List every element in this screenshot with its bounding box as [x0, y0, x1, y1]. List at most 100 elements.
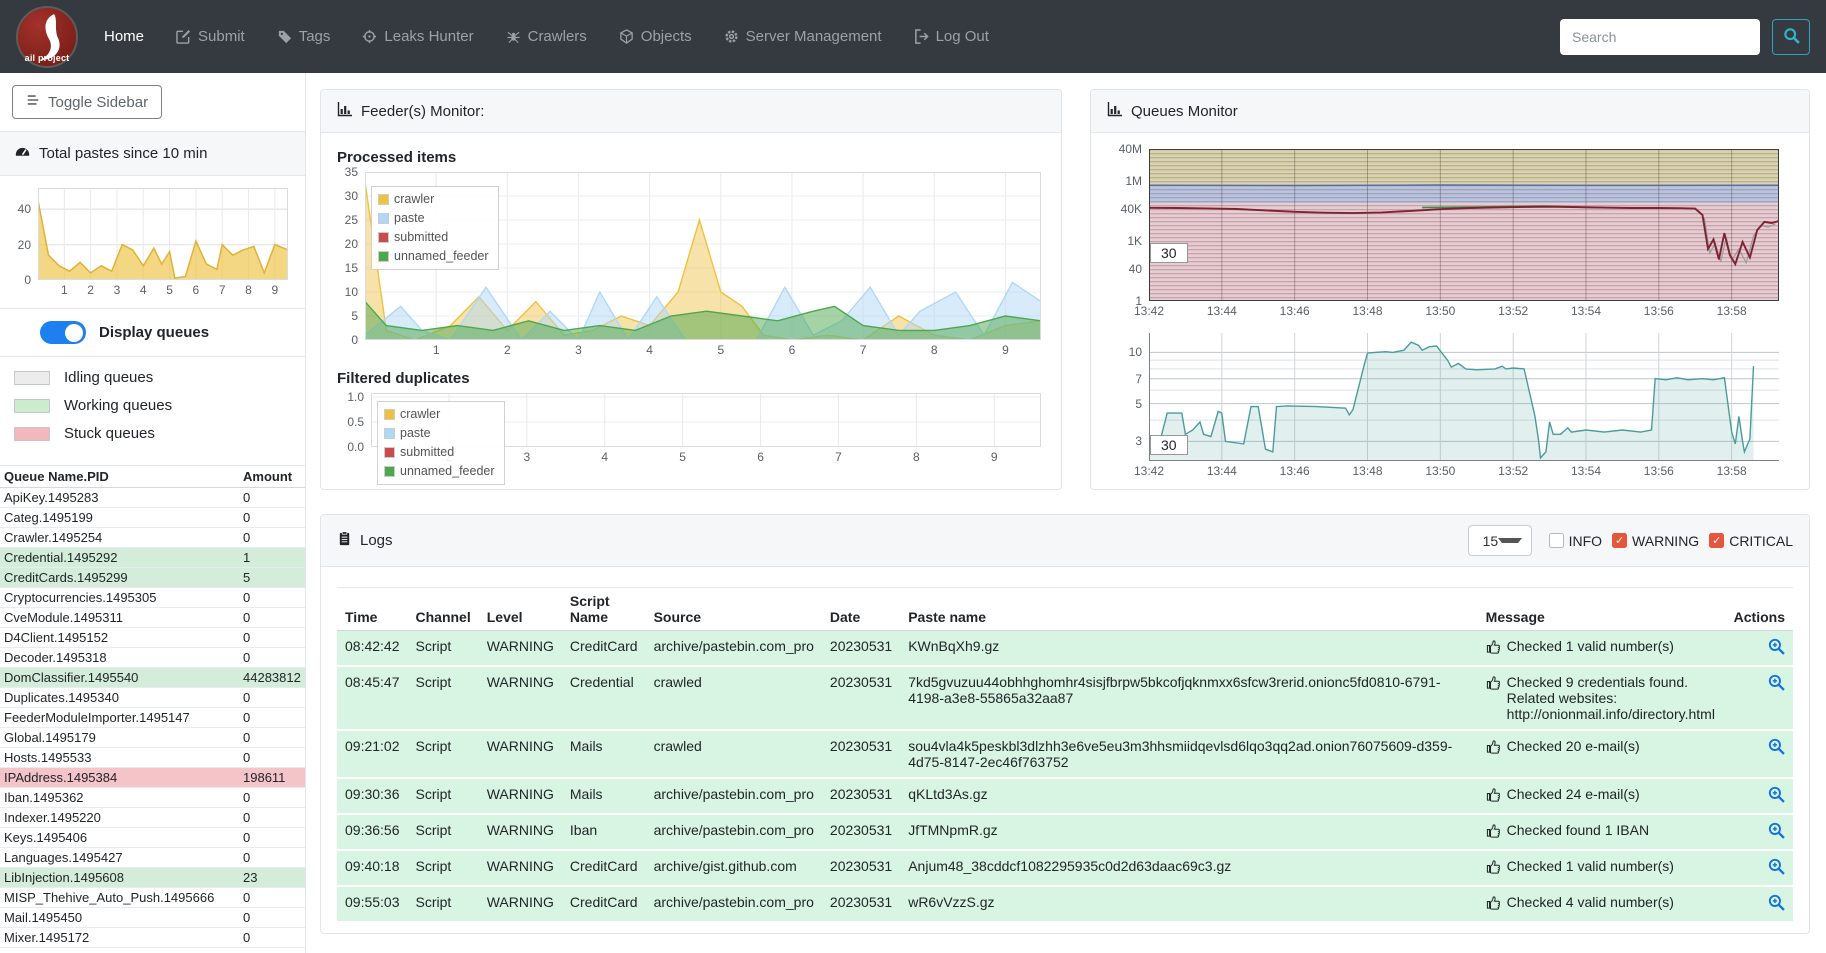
- y-tick-label: 20: [17, 237, 31, 252]
- queue-row: Global.1495179 0: [0, 727, 305, 748]
- legend-swatch: [384, 428, 395, 439]
- nav-item-submit[interactable]: Submit: [176, 28, 245, 45]
- logs-header-paste-name: Paste name: [900, 587, 1478, 631]
- display-queues-toggle[interactable]: [40, 321, 86, 344]
- nav-item-log-out[interactable]: Log Out: [914, 28, 989, 45]
- feeder-monitor-title: Feeder(s) Monitor:: [361, 102, 485, 120]
- critical-checkbox[interactable]: ✓: [1709, 533, 1725, 548]
- feeder-monitor-header: Feeder(s) Monitor:: [321, 90, 1061, 133]
- log-source: crawled: [645, 666, 822, 731]
- log-message: Checked 24 e-mail(s): [1477, 778, 1726, 815]
- filter-info[interactable]: INFO: [1548, 533, 1602, 549]
- x-tick-label: 4: [646, 343, 653, 357]
- log-paste-name: KWnBqXh9.gz: [900, 630, 1478, 667]
- nav-item-label: Home: [104, 28, 145, 45]
- legend-label: Working queues: [64, 397, 173, 414]
- chart-legend: crawler paste submitted unnamed_feeder: [377, 401, 505, 485]
- log-paste-name: JfTMNpmR.gz: [900, 814, 1478, 851]
- x-tick-label: 4: [601, 450, 609, 464]
- queue-row: Duplicates.1495340 0: [0, 687, 305, 708]
- queue-row: ApiKey.1495283 0: [0, 487, 305, 508]
- log-actions: [1725, 814, 1793, 851]
- sidebar: Toggle Sidebar Total pastes since 10 min…: [0, 73, 306, 953]
- info-checkbox[interactable]: [1548, 533, 1564, 548]
- nav-item-tags[interactable]: Tags: [277, 28, 330, 45]
- brand-text: ail project: [24, 52, 70, 63]
- search-input[interactable]: [1560, 18, 1760, 55]
- thumbs-up-icon: [1486, 674, 1501, 722]
- search-plus-icon[interactable]: [1768, 786, 1785, 806]
- chart-value-badge: 30: [1150, 243, 1188, 263]
- queue-amount: 198611: [239, 767, 305, 788]
- queue-amount: 5: [239, 567, 305, 588]
- queue-row: Decoder.1495318 0: [0, 647, 305, 668]
- queue-name: Crawler.1495254: [0, 527, 239, 548]
- queue-amount: 0: [239, 847, 305, 868]
- nav-item-home[interactable]: Home: [104, 28, 144, 45]
- legend-label: unnamed_feeder: [400, 464, 495, 478]
- y-tick-label: 1M: [1125, 174, 1142, 189]
- page-size-select[interactable]: 15: [1467, 525, 1532, 556]
- log-script: Iban: [561, 814, 646, 851]
- nav-item-leaks-hunter[interactable]: Leaks Hunter: [362, 28, 474, 45]
- x-tick-label: 13:56: [1643, 464, 1674, 478]
- queue-name: ApiKey.1495283: [0, 487, 239, 508]
- log-date: 20230531: [821, 630, 901, 667]
- log-source: archive/pastebin.com_pro: [645, 886, 822, 923]
- feeder-monitor-card: Feeder(s) Monitor: Processed items 0 5 10 1…: [320, 89, 1062, 490]
- queue-amount: 0: [239, 607, 305, 628]
- y-tick-label: 40: [17, 202, 31, 217]
- filter-label: WARNING: [1632, 532, 1700, 549]
- log-message: Checked 20 e-mail(s): [1477, 730, 1726, 779]
- log-message: Checked 1 valid number(s): [1477, 630, 1726, 667]
- legend-label: paste: [400, 426, 431, 440]
- queue-name: FeederModuleImporter.1495147: [0, 707, 239, 728]
- x-tick-label: 6: [757, 450, 764, 464]
- search-plus-icon[interactable]: [1768, 638, 1785, 658]
- queue-amount: 1: [239, 547, 305, 568]
- warning-checkbox[interactable]: ✓: [1612, 533, 1628, 548]
- filter-critical[interactable]: ✓ CRITICAL: [1709, 533, 1793, 549]
- search-button[interactable]: [1772, 18, 1810, 55]
- y-tick-label: 35: [344, 165, 358, 179]
- nav-item-label: Crawlers: [527, 28, 587, 45]
- nav-item-label: Objects: [640, 28, 692, 45]
- y-tick-label: 0: [351, 333, 358, 347]
- nav-item-server-management[interactable]: Server Management: [724, 28, 882, 45]
- y-tick-label: 5: [1135, 396, 1142, 411]
- filter-warning[interactable]: ✓ WARNING: [1612, 533, 1699, 549]
- toggle-sidebar-button[interactable]: Toggle Sidebar: [12, 85, 163, 119]
- logs-table: Time Channel Level Script Name Source Date Pas…: [337, 587, 1793, 923]
- queue-row: Iban.1495362 0: [0, 787, 305, 808]
- y-tick-label: 20: [344, 237, 358, 251]
- queue-name: DomClassifier.1495540: [0, 667, 239, 688]
- log-script: Mails: [561, 778, 646, 815]
- log-paste-name: qKLtd3As.gz: [900, 778, 1478, 815]
- log-message-text: Checked 4 valid number(s): [1506, 894, 1674, 910]
- legend-swatch: [14, 426, 50, 441]
- ail-logo[interactable]: ail project: [16, 5, 78, 68]
- display-queues-row: Display queues: [0, 308, 305, 357]
- thumbs-up-icon: [1486, 638, 1501, 657]
- x-tick-label: 3: [523, 450, 531, 464]
- chart-bar-icon: [1107, 101, 1123, 121]
- queue-row: Mixer.1495172 0: [0, 927, 305, 948]
- nav-item-crawlers[interactable]: Crawlers: [506, 28, 587, 45]
- y-tick-label: 1.0: [347, 390, 364, 404]
- x-tick-label: 13:50: [1425, 304, 1456, 318]
- processed-items-title: Processed items: [337, 149, 457, 166]
- search-plus-icon[interactable]: [1768, 674, 1785, 694]
- page-size-value: 15: [1482, 532, 1499, 549]
- queue-row: Crawler.1495254 0: [0, 527, 305, 548]
- legend-label: crawler: [400, 407, 441, 421]
- nav-item-objects[interactable]: Objects: [619, 28, 692, 45]
- thumbs-up-icon: [1486, 822, 1501, 841]
- queue-name: CveModule.1495311: [0, 607, 239, 628]
- search-plus-icon[interactable]: [1768, 738, 1785, 758]
- search-plus-icon[interactable]: [1768, 894, 1785, 914]
- logs-header-message: Message: [1477, 587, 1726, 631]
- pastes-section-header: Total pastes since 10 min: [0, 131, 305, 176]
- search-plus-icon[interactable]: [1768, 858, 1785, 878]
- x-tick-label: 13:48: [1352, 304, 1383, 318]
- search-plus-icon[interactable]: [1768, 822, 1785, 842]
